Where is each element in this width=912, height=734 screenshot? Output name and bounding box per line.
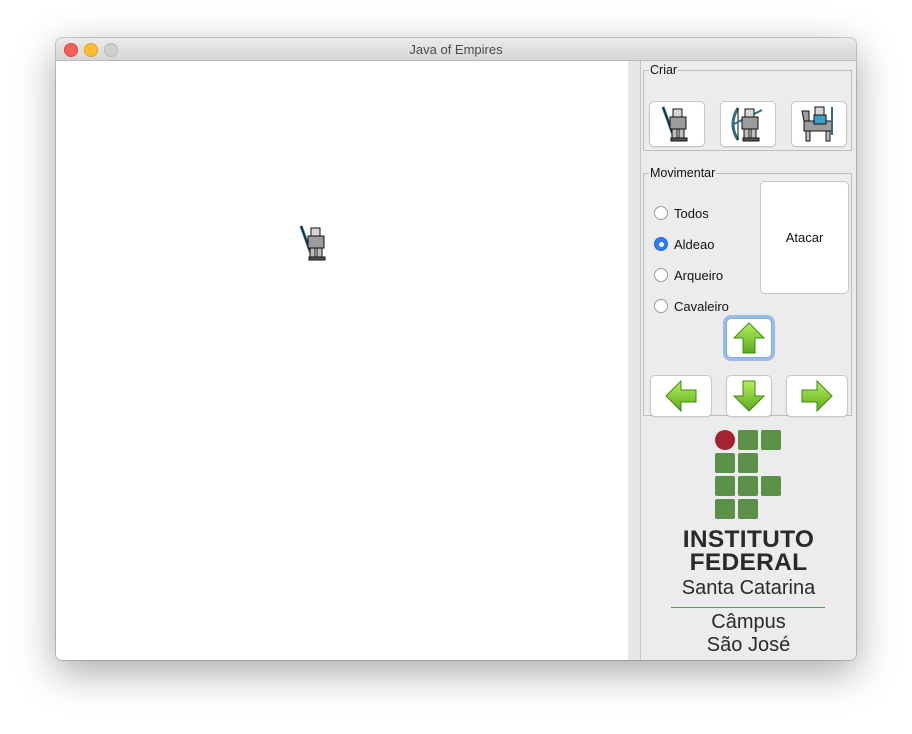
move-down-button[interactable] <box>726 375 772 417</box>
move-left-button[interactable] <box>650 375 712 417</box>
radio-button-selected[interactable] <box>654 237 668 251</box>
split-divider[interactable] <box>628 61 641 660</box>
game-canvas[interactable] <box>56 61 628 660</box>
arrow-left-icon <box>665 379 697 413</box>
create-archer-button[interactable] <box>720 101 776 147</box>
move-right-button[interactable] <box>786 375 848 417</box>
radio-button[interactable] <box>654 299 668 313</box>
control-panel: Criar Movimentar Todos Aldeao Arqueiro C… <box>641 61 856 660</box>
radio-label: Todos <box>674 205 709 221</box>
logo-line-campus: Câmpus <box>711 611 786 633</box>
knight-icon <box>801 106 833 142</box>
arrow-down-icon <box>732 380 766 412</box>
arrow-right-icon <box>801 379 833 413</box>
radio-todos[interactable]: Todos <box>654 203 709 223</box>
atacar-button[interactable]: Atacar <box>760 181 849 294</box>
title-bar[interactable]: Java of Empires <box>56 38 856 61</box>
movimentar-legend: Movimentar <box>650 166 716 180</box>
criar-legend: Criar <box>650 63 678 77</box>
create-knight-button[interactable] <box>791 101 847 147</box>
radio-button[interactable] <box>654 206 668 220</box>
logo-line-santa-catarina: Santa Catarina <box>681 577 816 599</box>
move-up-button[interactable] <box>726 318 772 358</box>
ifsc-logo: INSTITUTO FEDERAL Santa Catarina Câmpus … <box>641 427 856 660</box>
movimentar-group: Movimentar Todos Aldeao Arqueiro Cavalei… <box>643 166 852 417</box>
app-window: Java of Empires Criar Movimentar Todos A… <box>56 38 856 660</box>
radio-button[interactable] <box>654 268 668 282</box>
radio-cavaleiro[interactable]: Cavaleiro <box>654 296 729 316</box>
archer-icon <box>731 107 763 142</box>
arrow-up-icon <box>732 322 766 354</box>
window-title: Java of Empires <box>409 42 503 57</box>
radio-label: Cavaleiro <box>674 298 729 314</box>
villager-icon <box>661 106 688 142</box>
radio-arqueiro[interactable]: Arqueiro <box>654 265 723 285</box>
criar-group: Criar <box>643 63 852 151</box>
radio-label: Arqueiro <box>674 267 724 283</box>
logo-line-federal: FEDERAL <box>689 549 808 576</box>
logo-divider <box>671 607 825 608</box>
radio-aldeao[interactable]: Aldeao <box>654 234 714 254</box>
ifsc-emblem-icon <box>715 430 781 519</box>
villager-sprite-icon[interactable] <box>298 224 332 262</box>
create-villager-button[interactable] <box>649 101 705 147</box>
radio-label: Aldeao <box>674 236 715 252</box>
logo-line-sao-jose: São José <box>706 634 791 656</box>
